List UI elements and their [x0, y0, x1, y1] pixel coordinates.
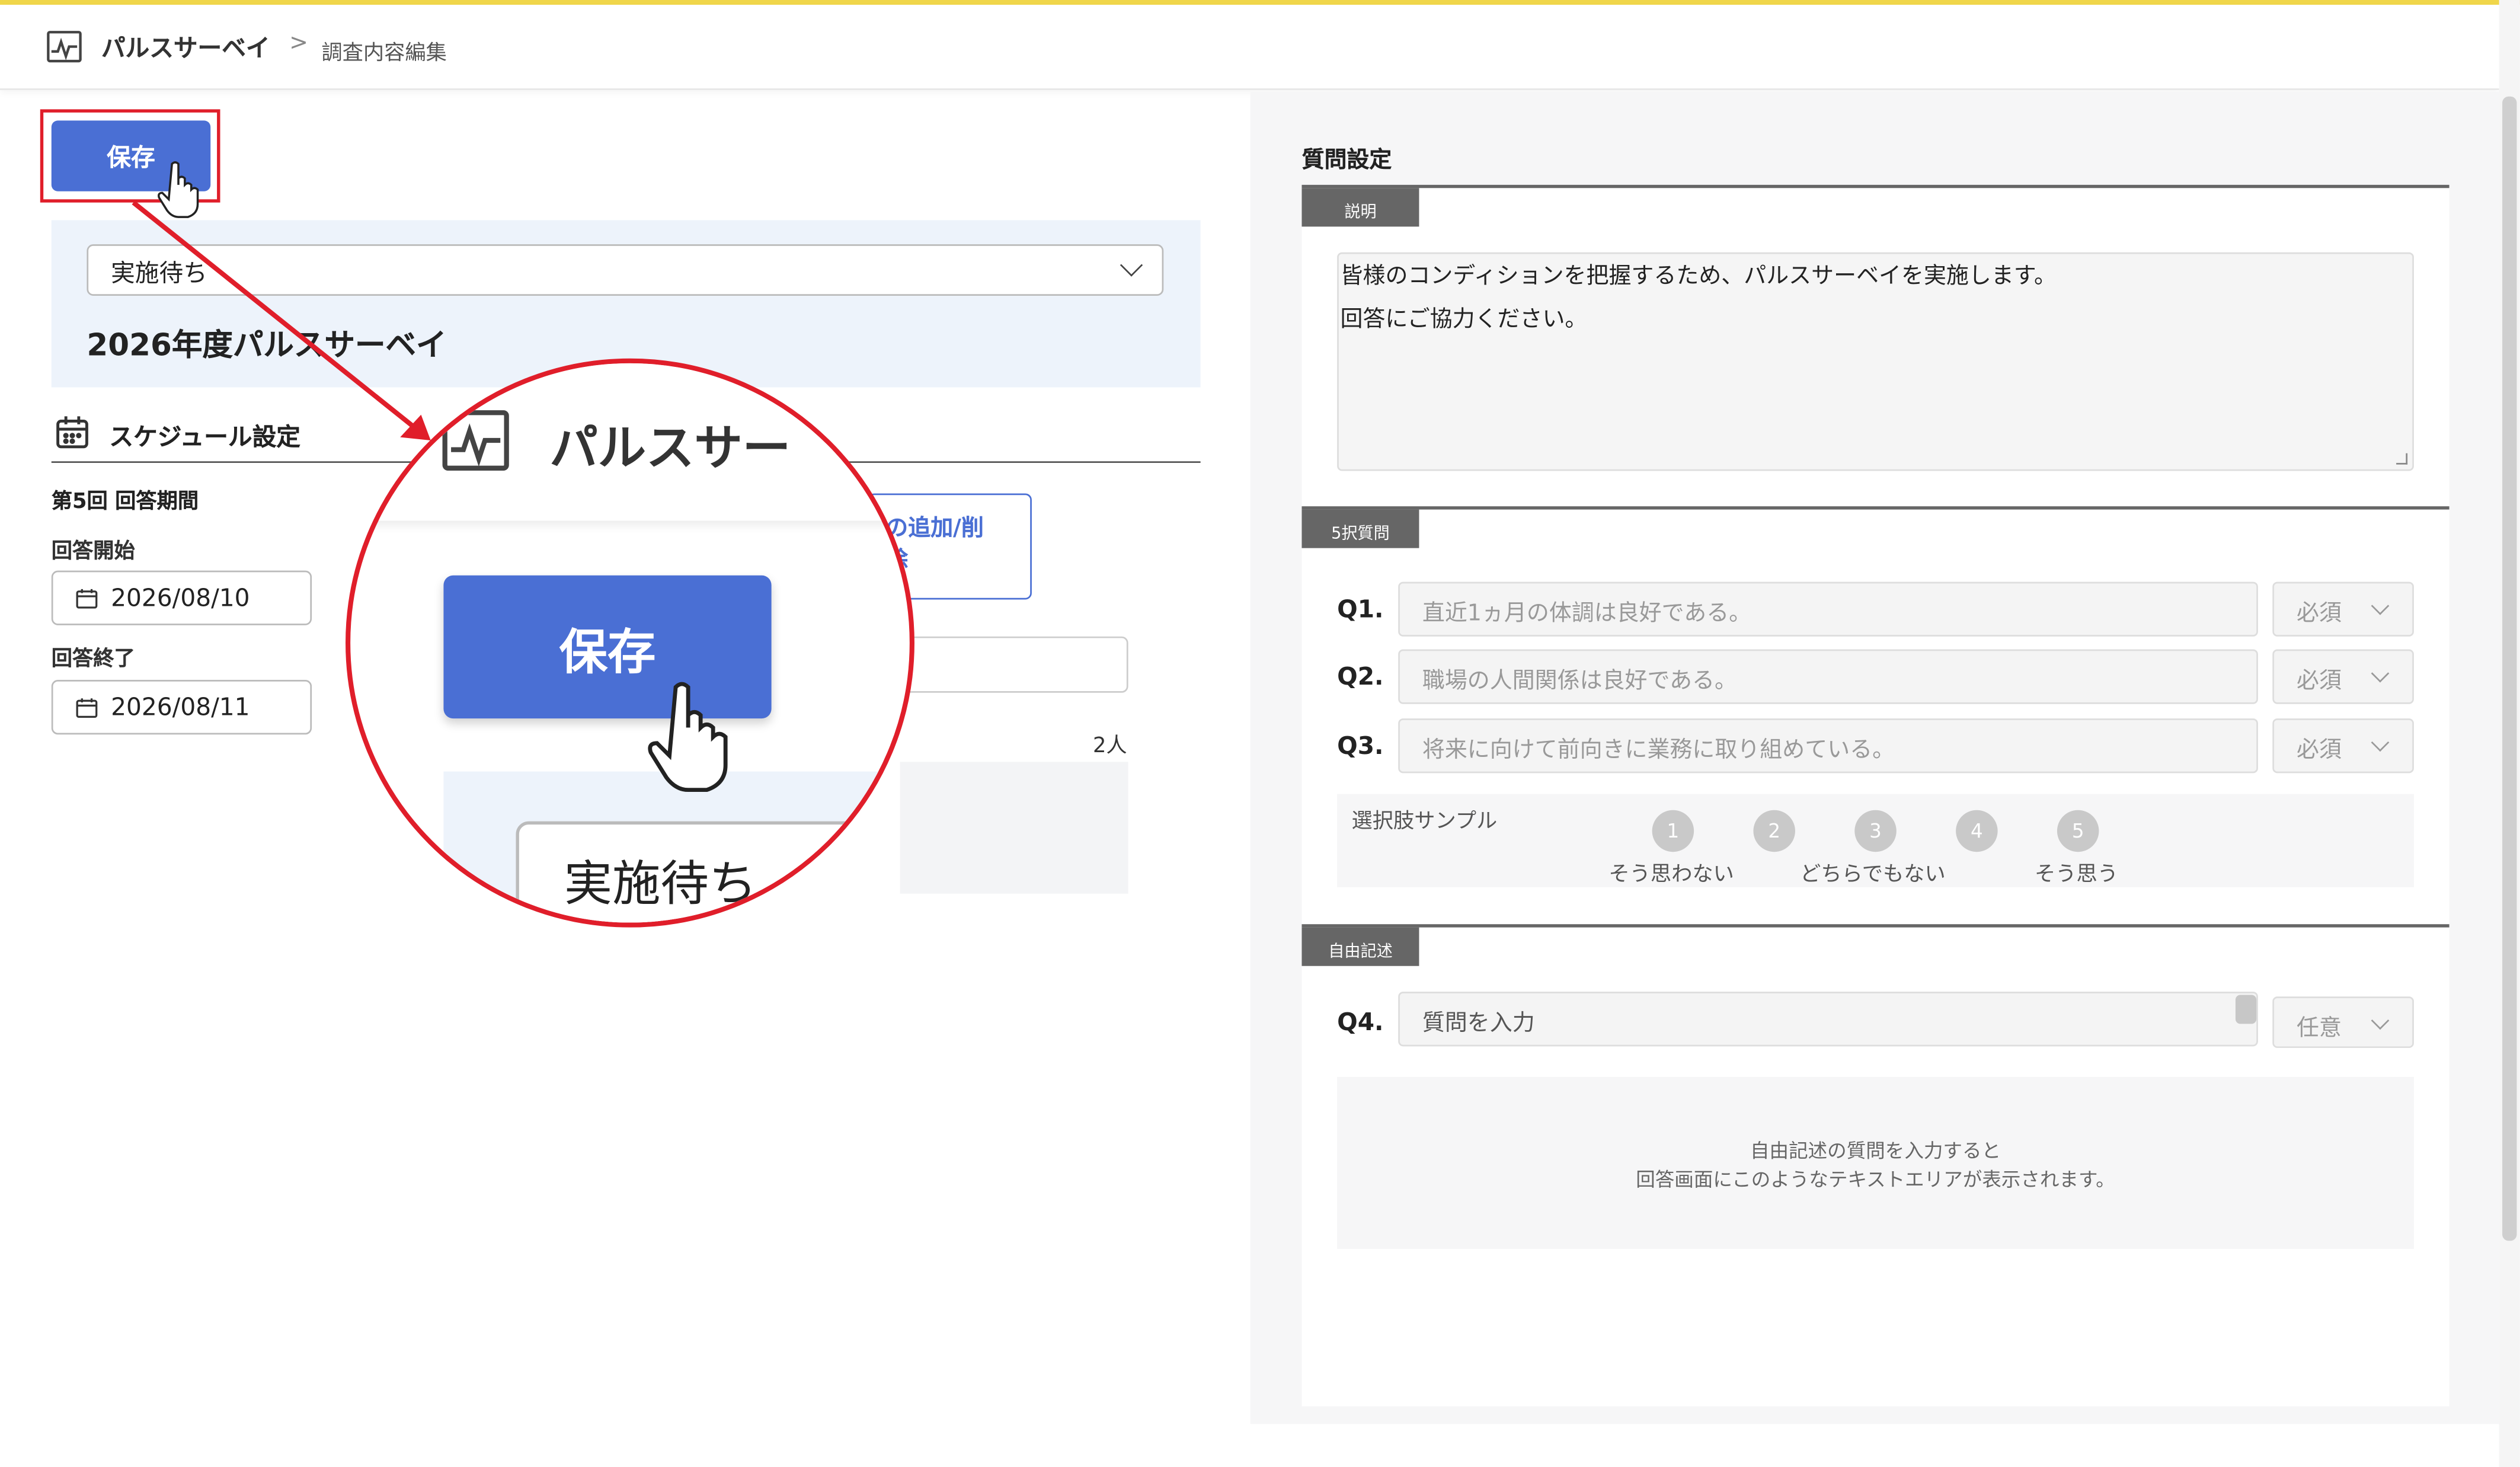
breadcrumb-current: 調査内容編集: [321, 41, 447, 66]
question-label: Q2.: [1337, 662, 1384, 692]
question-label: Q4.: [1337, 1008, 1384, 1037]
free-text-divider: [1301, 924, 2449, 928]
end-date-label: 回答終了: [51, 647, 135, 672]
option-circle: 1: [1652, 810, 1694, 852]
description-line: 回答にご協力ください。: [1340, 306, 1588, 333]
schedule-section-title: スケジュール設定: [109, 423, 300, 452]
zoom-app-name: パルスサー: [549, 421, 791, 478]
question-label: Q3.: [1337, 731, 1384, 760]
hand-pointer-icon: [158, 161, 199, 218]
description-tag: 説明: [1301, 188, 1419, 227]
chevron-down-icon: [2371, 664, 2390, 683]
calendar-icon: [56, 416, 88, 449]
choice-divider: [1301, 506, 2449, 510]
hand-pointer-icon: [648, 682, 728, 792]
question-input[interactable]: 職場の人間関係は良好である。: [1398, 649, 2258, 704]
chevron-down-icon: [1120, 254, 1143, 277]
page-scrollbar-thumb[interactable]: [2502, 96, 2517, 1241]
description-textarea[interactable]: 皆様のコンディションを把握するため、パルスサーベイを実施します。 回答にご協力く…: [1337, 252, 2414, 471]
header-accent-line: [0, 0, 2520, 5]
question-input[interactable]: 将来に向けて前向きに業務に取り組めている。: [1398, 718, 2258, 774]
optional-select-value: 任意: [2297, 1015, 2342, 1042]
target-list-panel: [900, 762, 1128, 894]
textarea-scrollbar[interactable]: [2235, 995, 2257, 1024]
required-select-value: 必須: [2297, 737, 2342, 764]
question-label: Q1.: [1337, 595, 1384, 624]
option-circle: 4: [1956, 810, 1998, 852]
required-select[interactable]: 必須: [2272, 718, 2414, 774]
target-input[interactable]: [900, 636, 1128, 693]
required-select[interactable]: 必須: [2272, 649, 2414, 704]
option-label: そう思う: [2035, 863, 2119, 887]
survey-title: 2026年度パルスサーベイ: [87, 328, 447, 363]
app-name[interactable]: パルスサーベイ: [101, 31, 270, 65]
free-question-input[interactable]: 質問を入力: [1398, 992, 2258, 1047]
end-date-value: 2026/08/11: [111, 692, 250, 722]
choice-sample-title: 選択肢サンプル: [1351, 810, 1498, 835]
start-date-input[interactable]: 2026/08/10: [51, 570, 312, 625]
option-circle: 2: [1753, 810, 1795, 852]
option-circle: 5: [2057, 810, 2099, 852]
chevron-down-icon: [2371, 733, 2390, 752]
respondent-count: 2人: [1092, 734, 1127, 759]
option-circle: 3: [1854, 810, 1897, 852]
choice-question-tag: 5択質問: [1301, 509, 1419, 548]
zoom-header: パルスサー: [350, 363, 910, 521]
app-header: パルスサーベイ > 調査内容編集: [0, 5, 2499, 90]
description-divider: [1301, 184, 2449, 188]
breadcrumb-chevron-icon: >: [289, 30, 308, 56]
description-line: 皆様のコンディションを把握するため、パルスサーベイを実施します。: [1340, 263, 2057, 290]
free-text-note: 自由記述の質問を入力すると: [1750, 1139, 2001, 1162]
free-text-note: 回答画面にこのようなテキストエリアが表示されます。: [1636, 1168, 2115, 1191]
optional-select[interactable]: 任意: [2272, 996, 2414, 1049]
start-date-label: 回答開始: [51, 540, 135, 564]
required-select-value: 必須: [2297, 601, 2342, 627]
end-date-input[interactable]: 2026/08/11: [51, 680, 312, 735]
calendar-icon: [76, 589, 98, 609]
question-input[interactable]: 直近1ヵ月の体調は良好である。: [1398, 581, 2258, 637]
required-select[interactable]: 必須: [2272, 581, 2414, 637]
zoom-status-select: 実施待ち: [516, 821, 910, 923]
free-text-tag: 自由記述: [1301, 927, 1419, 966]
zoom-magnifier: パルスサー 保存 実施待ち: [346, 358, 914, 928]
pulse-chart-icon: [442, 410, 509, 471]
option-label: そう思わない: [1608, 863, 1734, 887]
required-select-value: 必須: [2297, 669, 2342, 695]
start-date-value: 2026/08/10: [111, 583, 250, 613]
calendar-icon: [76, 698, 98, 718]
status-select[interactable]: 実施待ち: [87, 244, 1164, 296]
status-select-value: 実施待ち: [111, 258, 207, 288]
chevron-down-icon: [2371, 596, 2390, 615]
chevron-down-icon: [2371, 1011, 2390, 1030]
answer-period-label: 第5回 回答期間: [51, 490, 199, 514]
pulse-chart-icon: [47, 31, 82, 63]
resize-handle-icon[interactable]: [2396, 453, 2408, 465]
question-settings-title: 質問設定: [1301, 148, 1392, 174]
option-label: どちらでもない: [1800, 863, 1946, 887]
